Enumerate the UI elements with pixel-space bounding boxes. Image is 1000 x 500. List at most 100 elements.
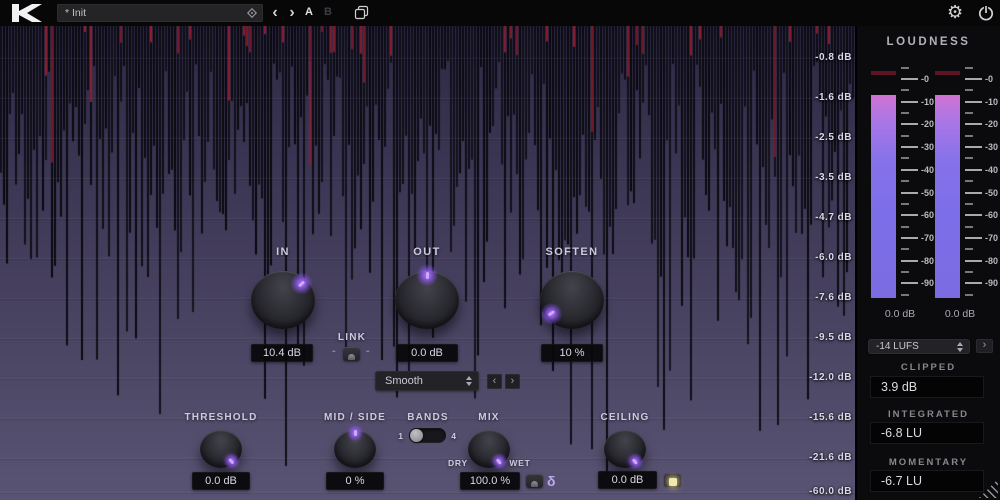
integrated-label: INTEGRATED — [857, 409, 1000, 420]
meter-tick — [965, 169, 982, 171]
db-scale-label: -6.0 dB — [815, 252, 852, 263]
meter-minor-tick — [901, 89, 909, 91]
meter-minor-tick — [965, 67, 973, 69]
bands-toggle[interactable] — [409, 428, 446, 443]
meter-minor-tick — [965, 294, 973, 296]
meter-tick — [901, 146, 918, 148]
meter-minor-tick — [901, 67, 909, 69]
db-scale-label: -1.6 dB — [815, 92, 852, 103]
preset-name: * Init — [65, 7, 86, 19]
meter-tick-label: -90 — [921, 278, 934, 288]
meter-tick-label: -90 — [985, 278, 998, 288]
select-arrows-icon — [956, 342, 964, 352]
loudness-panel: LOUDNESS -0-10-20-30-40-50-60-70-80-90 -… — [855, 26, 1000, 500]
meter-minor-tick — [965, 203, 973, 205]
meter-tick-label: -30 — [985, 142, 998, 152]
in-knob[interactable] — [251, 271, 315, 329]
mode-prev-button[interactable]: ‹ — [487, 374, 502, 389]
bands-min-label: 1 — [396, 431, 406, 441]
momentary-label: MOMENTARY — [857, 457, 1000, 468]
meter-clip-indicator — [935, 71, 960, 75]
meter-tick — [965, 101, 982, 103]
loudness-meter-left — [871, 95, 896, 298]
out-value[interactable]: 0.0 dB — [396, 344, 458, 362]
meter-tick — [965, 123, 982, 125]
mode-select[interactable]: Smooth — [375, 371, 479, 391]
threshold-value[interactable]: 0.0 dB — [192, 472, 250, 490]
preset-selector[interactable]: * Init — [57, 4, 263, 22]
meter-tick — [965, 146, 982, 148]
meter-tick — [965, 192, 982, 194]
meter-tick-label: -10 — [985, 97, 998, 107]
meter-tick — [965, 237, 982, 239]
meter-readout-right: 0.0 dB — [927, 308, 993, 320]
meter-tick-label: -20 — [985, 119, 998, 129]
db-scale-label: -21.6 dB — [809, 452, 852, 463]
out-knob[interactable] — [395, 271, 459, 329]
db-scale-label: -12.0 dB — [809, 372, 852, 383]
midside-label: MID / SIDE — [295, 412, 415, 423]
meter-minor-tick — [901, 180, 909, 182]
meter-scale-left: -0-10-20-30-40-50-60-70-80-90 — [901, 72, 935, 308]
ab-compare-b-button[interactable]: B — [320, 0, 336, 26]
preset-next-button[interactable]: › — [284, 0, 300, 26]
meter-tick — [901, 260, 918, 262]
mix-label: MIX — [429, 412, 549, 423]
meter-minor-tick — [965, 180, 973, 182]
lufs-target-select[interactable]: -14 LUFS — [868, 339, 970, 354]
midside-value[interactable]: 0 % — [326, 472, 384, 490]
meter-tick — [965, 78, 982, 80]
lufs-go-button[interactable]: › — [976, 339, 993, 353]
lufs-target-value: -14 LUFS — [876, 341, 919, 352]
preset-prev-button[interactable]: ‹ — [267, 0, 283, 26]
select-arrows-icon — [465, 376, 473, 386]
meter-minor-tick — [965, 135, 973, 137]
meter-tick — [901, 101, 918, 103]
link-button[interactable] — [343, 347, 360, 361]
link-label: LINK — [322, 332, 382, 343]
meter-tick-label: -50 — [985, 188, 998, 198]
meter-minor-tick — [901, 135, 909, 137]
ceiling-value[interactable]: 0.0 dB — [598, 471, 657, 489]
db-scale-label: -60.0 dB — [809, 486, 852, 497]
out-label: OUT — [367, 246, 487, 258]
loudness-meter-right — [935, 95, 960, 298]
meter-tick-label: -40 — [921, 165, 934, 175]
mix-wet-label: WET — [502, 458, 538, 468]
meter-tick — [901, 214, 918, 216]
meter-tick-label: -80 — [985, 256, 998, 266]
meter-minor-tick — [901, 226, 909, 228]
power-icon[interactable] — [977, 4, 995, 22]
meter-minor-tick — [965, 248, 973, 250]
settings-gear-icon[interactable]: ⚙ — [947, 0, 963, 26]
meter-tick-label: -30 — [921, 142, 934, 152]
copy-preset-icon[interactable] — [354, 5, 369, 20]
link-dash-right: - — [366, 345, 370, 357]
soften-value[interactable]: 10 % — [541, 344, 603, 362]
meter-minor-tick — [901, 294, 909, 296]
clipped-label: CLIPPED — [857, 362, 1000, 373]
mix-value[interactable]: 100.0 % — [460, 472, 520, 490]
bands-max-label: 4 — [449, 431, 459, 441]
meter-minor-tick — [901, 248, 909, 250]
meter-tick-label: -40 — [985, 165, 998, 175]
ceiling-led-button[interactable] — [664, 473, 681, 487]
momentary-value: -6.7 LU — [870, 470, 984, 492]
meter-tick — [901, 78, 918, 80]
meter-minor-tick — [965, 226, 973, 228]
ab-compare-a-button[interactable]: A — [301, 0, 317, 26]
meter-readout-left: 0.0 dB — [867, 308, 933, 320]
meter-tick-label: -0 — [921, 74, 929, 84]
mode-next-button[interactable]: › — [505, 374, 520, 389]
meter-minor-tick — [901, 203, 909, 205]
threshold-knob[interactable] — [200, 430, 242, 468]
in-value[interactable]: 10.4 dB — [251, 344, 313, 362]
mix-aux-button[interactable] — [526, 474, 543, 488]
midside-knob[interactable] — [334, 430, 376, 468]
meter-minor-tick — [965, 271, 973, 273]
ceiling-knob[interactable] — [604, 430, 646, 468]
soften-knob[interactable] — [540, 271, 604, 329]
meter-minor-tick — [901, 112, 909, 114]
preset-menu-icon[interactable] — [246, 7, 258, 19]
meter-tick — [965, 214, 982, 216]
